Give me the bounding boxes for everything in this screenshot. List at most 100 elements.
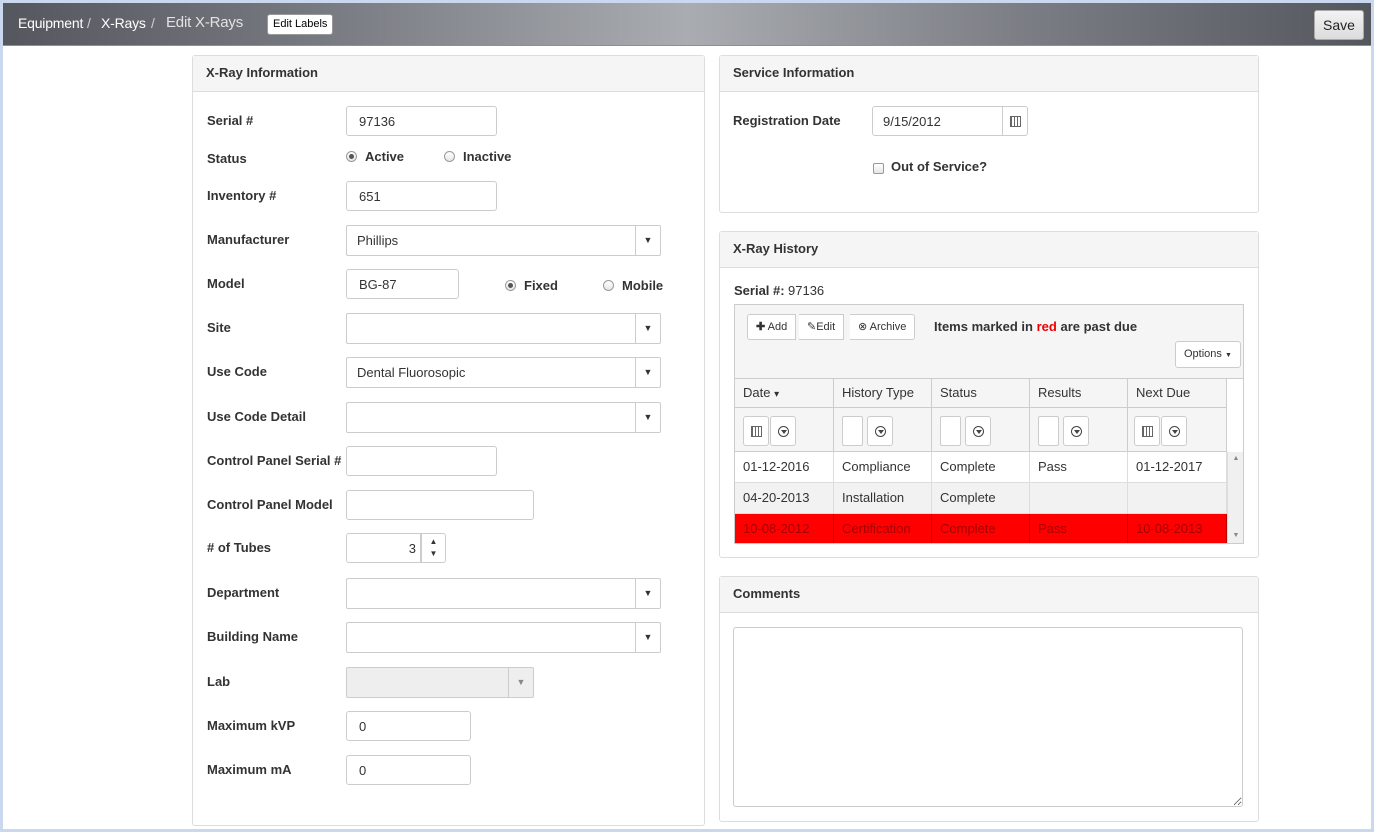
use-code-detail-select[interactable]: ▼ [346, 402, 661, 433]
manufacturer-select[interactable]: Phillips ▼ [346, 225, 661, 256]
column-header-results[interactable]: Results [1030, 379, 1128, 407]
lab-label: Lab [207, 674, 231, 689]
scroll-up-icon[interactable]: ▲ [1228, 455, 1243, 462]
stepper-up-icon[interactable]: ▲ [422, 536, 445, 548]
filter-input[interactable] [842, 416, 863, 446]
tubes-label: # of Tubes [207, 540, 272, 555]
department-select[interactable]: ▼ [346, 578, 661, 609]
stepper-down-icon[interactable]: ▼ [422, 548, 445, 560]
tubes-stepper[interactable]: ▲ ▼ [421, 533, 446, 563]
xray-history-panel: X-Ray History Serial #: 97136 ✚ Add ✎Edi… [719, 231, 1259, 558]
scroll-down-icon[interactable]: ▼ [1228, 532, 1243, 539]
cell-results [1030, 483, 1128, 513]
out-of-service-label: Out of Service? [891, 159, 988, 174]
panel-title: Comments [720, 577, 1258, 613]
serial-input[interactable] [346, 106, 497, 136]
use-code-detail-label: Use Code Detail [207, 409, 306, 424]
cell-status: Complete [932, 452, 1030, 482]
cell-history-type: Certification [834, 514, 932, 543]
archive-label: Archive [869, 321, 907, 333]
calendar-button[interactable] [1003, 106, 1028, 136]
control-panel-model-input[interactable] [346, 490, 534, 520]
filter-button[interactable] [1161, 416, 1187, 446]
sort-desc-icon: ▾ [774, 389, 780, 400]
department-label: Department [207, 585, 280, 600]
edit-label: Edit [816, 321, 836, 333]
site-label: Site [207, 320, 231, 335]
filter-button[interactable] [965, 416, 991, 446]
type-mobile-radio[interactable]: Mobile [603, 278, 663, 293]
out-of-service-checkbox[interactable] [873, 163, 884, 174]
model-label: Model [207, 276, 245, 291]
filter-calendar-button[interactable] [1134, 416, 1160, 446]
grid-body: 01-12-2016 Compliance Complete Pass 01-1… [735, 452, 1227, 543]
grid-filter-row [735, 408, 1227, 452]
radio-empty-icon [603, 280, 614, 291]
type-fixed-radio[interactable]: Fixed [505, 278, 558, 293]
building-name-label: Building Name [207, 629, 299, 644]
archive-button[interactable]: ⊗ Archive [850, 314, 916, 340]
plus-icon: ✚ [756, 321, 766, 333]
control-panel-serial-label: Control Panel Serial # [207, 453, 342, 468]
max-kvp-input[interactable] [346, 711, 471, 741]
cell-date: 10-08-2012 [735, 514, 834, 543]
add-label: Add [767, 321, 788, 333]
radio-selected-icon [346, 151, 357, 162]
chevron-down-icon: ▼ [635, 579, 660, 608]
max-ma-input[interactable] [346, 755, 471, 785]
status-inactive-label: Inactive [463, 149, 512, 164]
edit-button[interactable]: ✎Edit [799, 314, 845, 340]
options-button[interactable]: Options ▼ [1175, 341, 1241, 368]
notice-pre: Items marked in [934, 319, 1033, 334]
filter-button[interactable] [770, 416, 796, 446]
status-active-radio[interactable]: Active [346, 149, 404, 164]
site-select[interactable]: ▼ [346, 313, 661, 344]
status-active-label: Active [365, 149, 405, 164]
edit-labels-button[interactable]: Edit Labels [267, 14, 334, 35]
history-grid: ✚ Add ✎Edit ⊗ Archive Items marked in re… [734, 304, 1244, 544]
save-button[interactable]: Save [1314, 10, 1364, 40]
cell-status: Complete [932, 514, 1030, 543]
filter-input[interactable] [1038, 416, 1059, 446]
manufacturer-value: Phillips [357, 233, 399, 248]
use-code-select[interactable]: Dental Fluorosopic ▼ [346, 357, 661, 388]
filter-button[interactable] [867, 416, 893, 446]
add-button[interactable]: ✚ Add [747, 314, 797, 340]
registration-date-label: Registration Date [733, 113, 841, 128]
comments-textarea[interactable] [733, 627, 1243, 807]
xray-information-panel: X-Ray Information Serial # Status Active… [192, 55, 705, 826]
cell-results: Pass [1030, 452, 1128, 482]
cell-date: 01-12-2016 [735, 452, 834, 482]
panel-title: Service Information [720, 56, 1258, 92]
tubes-input[interactable] [346, 533, 421, 563]
registration-date-input[interactable] [872, 106, 1003, 136]
use-code-label: Use Code [207, 364, 267, 379]
breadcrumb-xrays[interactable]: X-Rays [101, 15, 146, 31]
breadcrumb-separator: / [87, 15, 91, 31]
filter-calendar-button[interactable] [743, 416, 769, 446]
grid-toolbar: ✚ Add ✎Edit ⊗ Archive Items marked in re… [735, 305, 1243, 379]
model-input[interactable] [346, 269, 459, 299]
building-name-select[interactable]: ▼ [346, 622, 661, 653]
inventory-input[interactable] [346, 181, 497, 211]
table-row[interactable]: 04-20-2013 Installation Complete [735, 483, 1227, 514]
filter-button[interactable] [1063, 416, 1089, 446]
column-header-next-due[interactable]: Next Due [1128, 379, 1227, 407]
history-serial-label: Serial #: [734, 283, 785, 298]
control-panel-serial-input[interactable] [346, 446, 497, 476]
column-date-label: Date [743, 385, 771, 400]
filter-input[interactable] [940, 416, 961, 446]
manufacturer-label: Manufacturer [207, 232, 290, 247]
column-header-status[interactable]: Status [932, 379, 1030, 407]
filter-date [735, 408, 834, 451]
table-row-past-due[interactable]: 10-08-2012 Certification Complete Pass 1… [735, 514, 1227, 543]
filter-icon [874, 425, 886, 437]
status-inactive-radio[interactable]: Inactive [444, 149, 511, 164]
cell-next-due: 10-08-2013 [1128, 514, 1227, 543]
column-header-history-type[interactable]: History Type [834, 379, 932, 407]
breadcrumb-equipment[interactable]: Equipment [18, 15, 83, 31]
grid-scrollbar[interactable]: ▲ ▼ [1227, 452, 1243, 543]
table-row[interactable]: 01-12-2016 Compliance Complete Pass 01-1… [735, 452, 1227, 483]
caret-down-icon: ▼ [1224, 352, 1232, 359]
column-header-date[interactable]: Date ▾ [735, 379, 834, 407]
